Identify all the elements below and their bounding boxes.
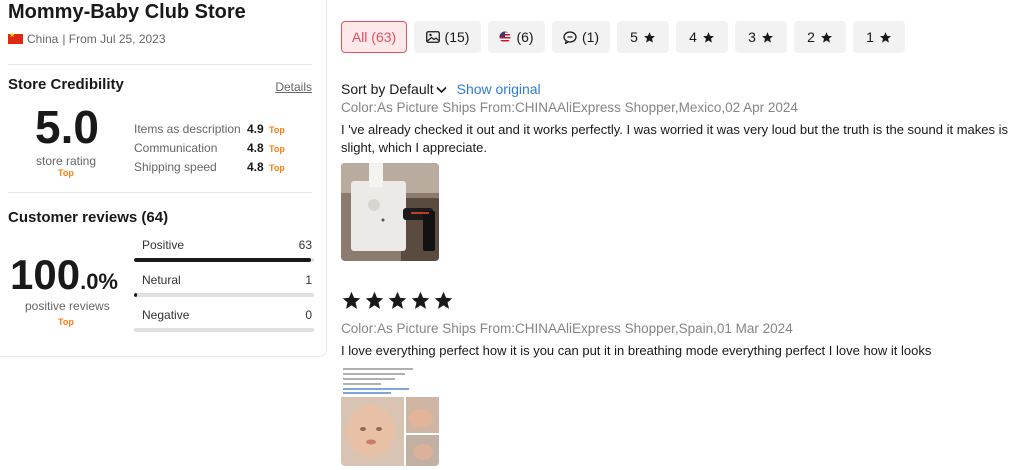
star-icon: [879, 31, 892, 44]
filter-label: 3: [748, 29, 756, 45]
filter-label: (6): [516, 29, 534, 45]
device-photo-image: [341, 163, 439, 261]
metric-label: Items as description: [134, 122, 241, 136]
star-icon: [702, 31, 715, 44]
positive-reviews-caption: positive reviews: [25, 299, 110, 313]
filter-label: All (63): [351, 29, 397, 45]
divider: [8, 64, 312, 65]
metric-items-as-description: Items as description 4.9 Top: [134, 122, 314, 136]
store-panel: Mommy-Baby Club Store China | From Jul 2…: [0, 0, 327, 357]
star-icon: [761, 31, 774, 44]
metric-label: Communication: [134, 141, 218, 155]
star-icon: [820, 31, 833, 44]
distribution-positive[interactable]: Positive 63: [134, 238, 314, 262]
metric-value: 4.8: [247, 160, 264, 174]
distribution-bar: [134, 328, 314, 332]
filter-with-comments[interactable]: (1): [552, 21, 610, 53]
distribution-bar-fill: [134, 258, 312, 262]
positive-reviews-badge: Top: [58, 317, 74, 327]
filter-3-stars[interactable]: 3: [735, 21, 787, 53]
review-meta: Color:As Picture Ships From:CHINAAliExpr…: [341, 100, 798, 115]
star-icon: [341, 290, 362, 316]
store-rating-value: 5.0: [35, 101, 99, 153]
star-icon: [433, 290, 454, 316]
store-rating-badge: Top: [58, 168, 74, 178]
distribution-count: 63: [298, 238, 312, 252]
distribution-bar: [134, 258, 314, 262]
filter-label: (15): [444, 29, 470, 45]
filter-5-stars[interactable]: 5: [617, 21, 669, 53]
customer-reviews-title: Customer reviews (64): [8, 209, 169, 226]
review-item: Color:As Picture Ships From:CHINAAliExpr…: [341, 290, 1024, 466]
positive-percentage: 100.0%: [10, 254, 118, 296]
comment-icon: [563, 30, 577, 44]
review-meta: Color:As Picture Ships From:CHINAAliExpr…: [341, 321, 793, 336]
chevron-down-icon: [436, 81, 447, 97]
distribution-label: Negative: [142, 308, 190, 322]
metric-badge: Top: [269, 163, 285, 173]
metric-value: 4.9: [247, 122, 264, 136]
review-text: I 've already checked it out and it work…: [341, 122, 1008, 155]
baby-doll-photo-image: [341, 366, 439, 466]
details-link[interactable]: Details: [275, 80, 312, 94]
positive-percentage-int: 100: [10, 251, 81, 298]
show-original-link[interactable]: Show original: [457, 81, 541, 97]
store-country: China: [27, 32, 59, 46]
review-stars: [341, 290, 1024, 316]
us-flag-icon: [499, 31, 511, 43]
filter-all[interactable]: All (63): [341, 21, 407, 53]
sort-label: Sort by Default: [341, 81, 434, 97]
distribution-label: Netural: [142, 273, 181, 287]
filter-label: 1: [866, 29, 874, 45]
divider: [8, 192, 312, 193]
reviews-list[interactable]: Color:As Picture Ships From:CHINAAliExpr…: [341, 100, 1024, 470]
filter-2-stars[interactable]: 2: [794, 21, 846, 53]
sort-dropdown[interactable]: Sort by Default: [341, 81, 447, 97]
store-since: | From Jul 25, 2023: [62, 32, 166, 46]
review-filters: All (63) (15) (6) (1) 5 4 3 2 1: [341, 21, 905, 53]
filter-label: (1): [581, 29, 600, 45]
distribution-bar: [134, 293, 314, 297]
star-icon: [387, 290, 408, 316]
filter-1-star[interactable]: 1: [853, 21, 905, 53]
filter-label: 2: [807, 29, 815, 45]
metric-communication: Communication 4.8 Top: [134, 141, 314, 155]
star-icon: [410, 290, 431, 316]
star-icon: [364, 290, 385, 316]
store-rating-caption: store rating: [36, 154, 97, 168]
metric-label: Shipping speed: [134, 160, 217, 174]
filter-with-photos[interactable]: (15): [414, 21, 481, 53]
filter-4-stars[interactable]: 4: [676, 21, 728, 53]
metric-value: 4.8: [247, 141, 264, 155]
china-flag-icon: [8, 31, 23, 44]
filter-label: 4: [689, 29, 697, 45]
review-item: Color:As Picture Ships From:CHINAAliExpr…: [341, 100, 1024, 261]
review-text: I love everything perfect how it is you …: [341, 343, 932, 358]
review-photo-thumbnail[interactable]: [341, 163, 439, 261]
store-credibility-title: Store Credibility: [8, 76, 124, 93]
sort-bar: Sort by Default Show original: [341, 81, 541, 97]
distribution-neutral[interactable]: Netural 1: [134, 273, 314, 297]
positive-percentage-dec: .0%: [80, 269, 118, 294]
image-icon: [425, 31, 440, 43]
distribution-bar-fill: [134, 293, 137, 297]
metric-shipping-speed: Shipping speed 4.8 Top: [134, 160, 314, 174]
filter-local-country[interactable]: (6): [488, 21, 545, 53]
metric-badge: Top: [269, 144, 285, 154]
filter-label: 5: [630, 29, 638, 45]
distribution-count: 0: [305, 308, 312, 322]
store-meta: China | From Jul 25, 2023: [8, 31, 166, 46]
distribution-count: 1: [305, 273, 312, 287]
review-photo-thumbnail[interactable]: [341, 366, 439, 466]
distribution-negative[interactable]: Negative 0: [134, 308, 314, 332]
distribution-label: Positive: [142, 238, 185, 252]
store-name[interactable]: Mommy-Baby Club Store: [8, 1, 246, 24]
star-icon: [643, 31, 656, 44]
metric-badge: Top: [269, 125, 285, 135]
